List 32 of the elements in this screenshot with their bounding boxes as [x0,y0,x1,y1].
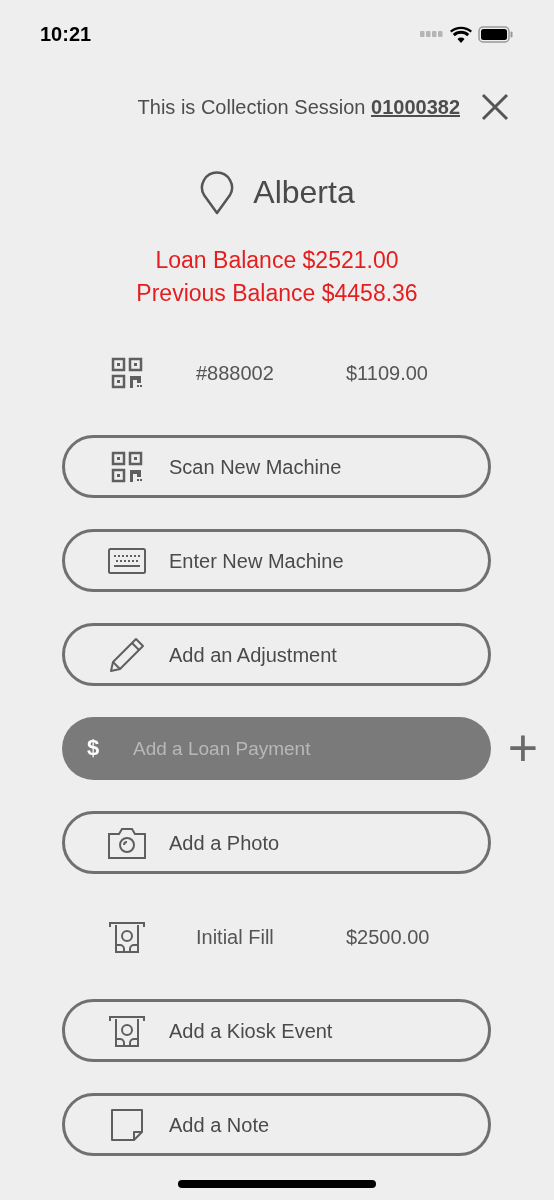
kiosk-icon [108,920,146,953]
location-name: Alberta [253,173,355,212]
action-button[interactable]: Add a Note [62,1093,491,1156]
qr-code-icon [111,356,143,389]
entry-amount: $1109.00 [346,360,428,386]
balance-text: Loan Balance $2521.00 [155,246,399,275]
action-button[interactable]: Add a Kiosk Event [62,999,491,1062]
action-button[interactable]: Add an Adjustment [62,623,491,686]
status-time: 10:21 [40,22,92,47]
action-button[interactable]: Scan New Machine [62,435,491,498]
entry-label: Initial Fill [196,924,275,950]
pencil-icon [108,635,146,674]
entry-label: #888002 [196,360,275,386]
wifi-icon [450,25,472,43]
qr-code-icon [111,450,143,483]
close-icon [481,93,509,121]
action-button[interactable]: Add a Photo [62,811,491,874]
session-text: This is Collection Session 01000382 [137,95,460,120]
note-icon [110,1107,144,1142]
session-number-link[interactable]: 01000382 [371,96,460,118]
kiosk-icon [108,1014,146,1047]
signal-icon [420,31,444,37]
camera-icon [108,826,146,859]
entry-amount: $2500.00 [346,924,430,950]
dollar-sign: $ [87,734,100,762]
add-button[interactable]: + [500,723,546,773]
action-button[interactable]: Enter New Machine [62,529,491,592]
keyboard-icon [108,547,146,574]
battery-icon [478,25,514,43]
location-pin-icon [199,169,236,215]
balance-text: Previous Balance $4458.36 [136,279,418,308]
close-button[interactable] [480,92,510,122]
